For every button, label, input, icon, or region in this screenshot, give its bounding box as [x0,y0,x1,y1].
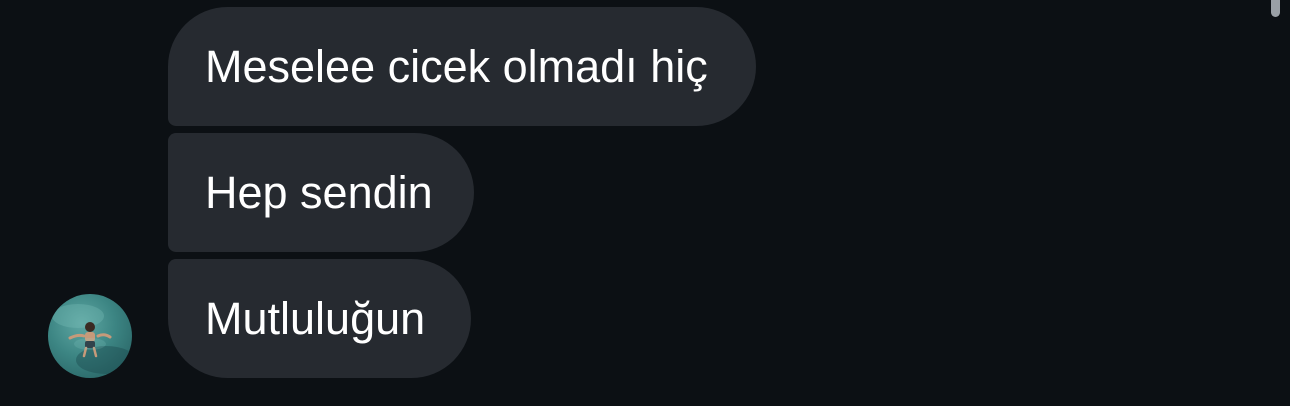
scrollbar-thumb[interactable] [1271,0,1280,17]
received-message-bubble[interactable]: Meselee cicek olmadı hiç [168,7,756,126]
message-text: Mutluluğun [205,293,426,344]
message-text: Hep sendin [205,167,433,218]
message-thread: Meselee cicek olmadı hiç Hep sendin Mutl… [0,0,1290,406]
received-message-bubble[interactable]: Mutluluğun [168,259,471,378]
avatar-photo-icon [52,304,132,374]
sender-avatar[interactable] [48,294,132,378]
message-text: Meselee cicek olmadı hiç [205,41,708,92]
received-message-bubble[interactable]: Hep sendin [168,133,474,252]
